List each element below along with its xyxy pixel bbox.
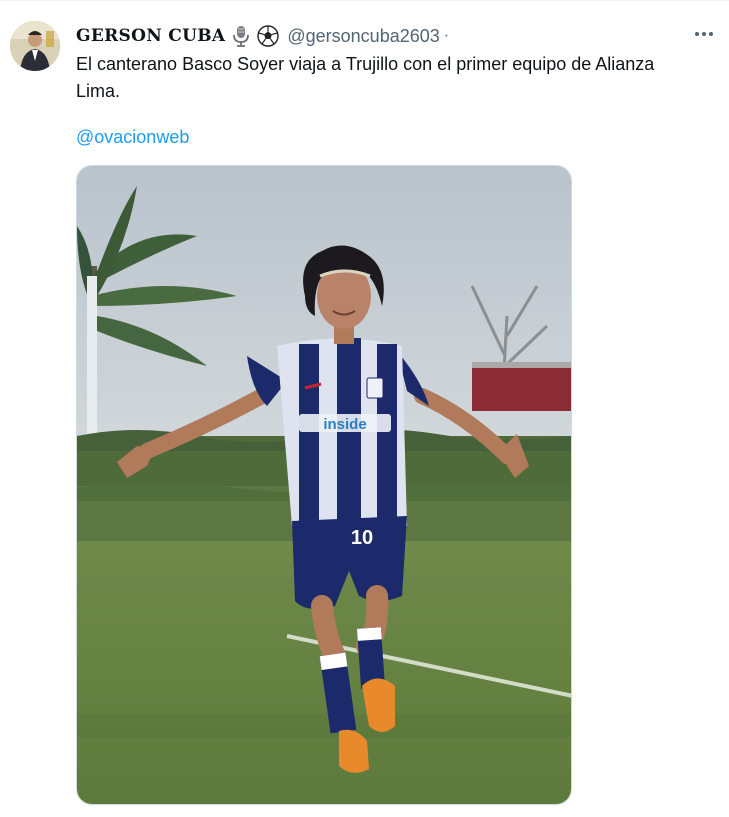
more-icon[interactable]	[691, 21, 717, 47]
tweet: GERSON CUBA @gersoncuba2603 · El cantera…	[0, 0, 729, 817]
tweet-header: GERSON CUBA @gersoncuba2603 ·	[76, 23, 715, 49]
mention-link[interactable]: @ovacionweb	[76, 124, 189, 151]
avatar[interactable]	[10, 21, 60, 71]
soccer-ball-icon	[257, 25, 280, 47]
jersey-sponsor: inside	[323, 416, 366, 433]
tweet-text: El canterano Basco Soyer viaja a Trujill…	[76, 54, 655, 101]
shorts-number: 10	[351, 527, 373, 549]
author-name[interactable]: GERSON CUBA	[76, 26, 225, 46]
photo-player-celebrating: inside 10	[77, 166, 571, 804]
microphone-icon	[231, 25, 251, 47]
separator-dot: ·	[443, 27, 450, 44]
avatar-image	[10, 21, 60, 71]
tweet-photo[interactable]: inside 10	[76, 165, 572, 805]
author-handle[interactable]: @gersoncuba2603	[287, 26, 439, 47]
